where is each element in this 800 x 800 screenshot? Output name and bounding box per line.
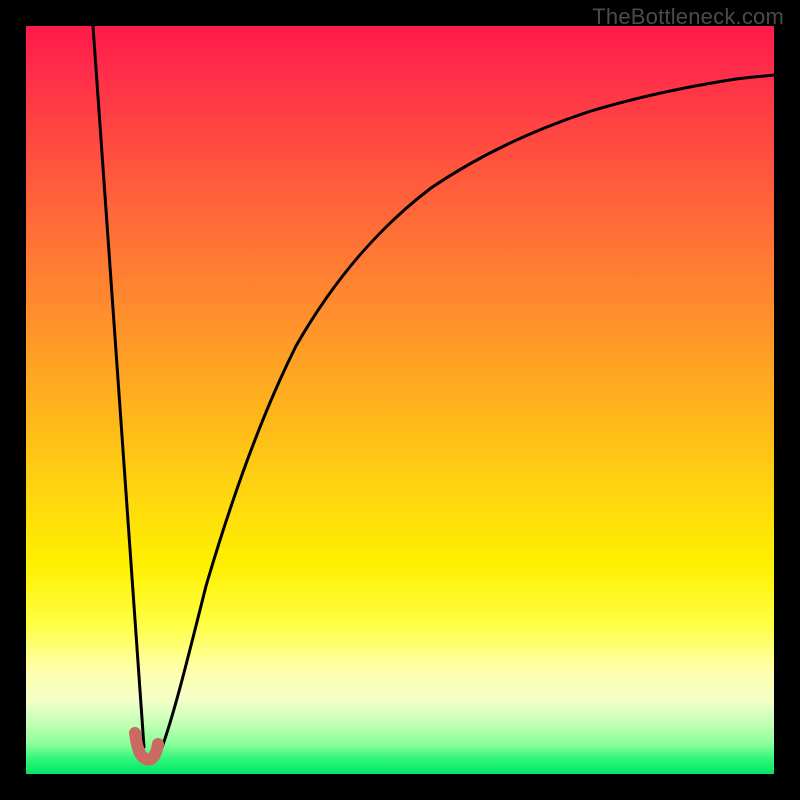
attribution-text: TheBottleneck.com	[592, 4, 784, 30]
right-ascent-curve	[158, 75, 774, 758]
curve-layer	[26, 26, 774, 774]
plot-area	[26, 26, 774, 774]
left-descent-line	[93, 26, 144, 747]
chart-frame: TheBottleneck.com	[0, 0, 800, 800]
valley-marker	[135, 733, 158, 759]
